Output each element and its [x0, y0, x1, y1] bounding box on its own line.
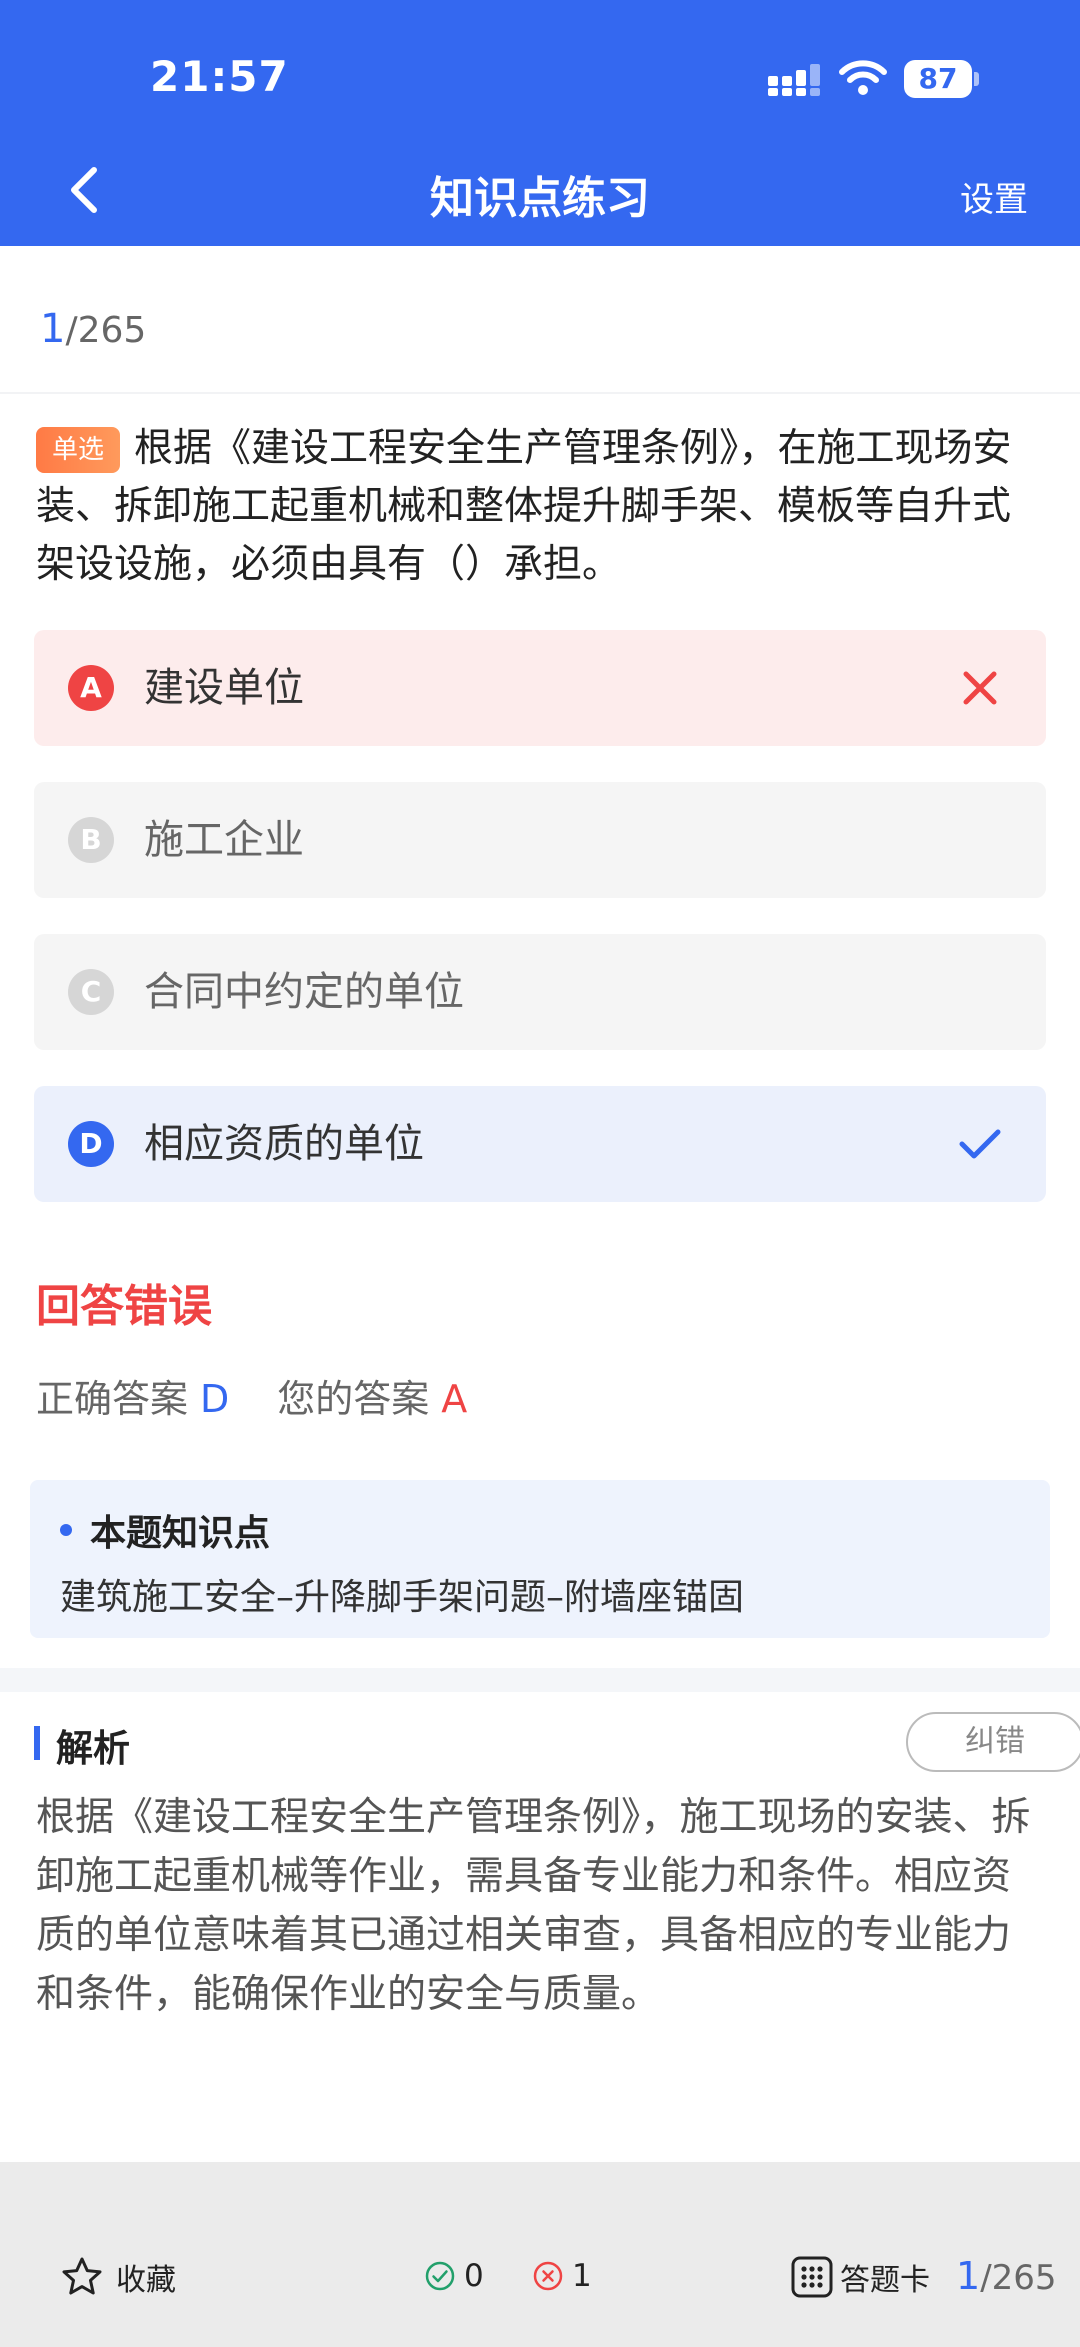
favorite-label: 收藏 [116, 2263, 176, 2298]
analysis-title: 解析 [56, 1727, 130, 1770]
favorite-button[interactable]: 收藏 [60, 2252, 176, 2302]
question-stem: 单选 根据《建设工程安全生产管理条例》，在施工现场安装、拆卸施工起重机械和整体提升… [36, 420, 1046, 594]
app-header: 21:57 87 知识点练习 设置 [0, 0, 1080, 246]
option-d-letter: D [68, 1121, 114, 1167]
your-answer-value: A [441, 1377, 468, 1421]
bottom-toolbar: 收藏 0 1 答题卡 1/265 [0, 2162, 1080, 2347]
divider [0, 392, 1080, 394]
option-d[interactable]: D 相应资质的单位 [34, 1086, 1046, 1202]
analysis-text: 根据《建设工程安全生产管理条例》，施工现场的安装、拆卸施工起重机械等作业，需具备… [36, 1795, 1031, 2017]
option-a-letter: A [68, 665, 114, 711]
report-error-button[interactable]: 纠错 [906, 1712, 1080, 1772]
answer-card-label: 答题卡 [840, 2263, 930, 2298]
answer-card-button[interactable]: 答题卡 [790, 2252, 930, 2302]
option-d-text: 相应资质的单位 [144, 1121, 424, 1167]
question-type-badge: 单选 [36, 427, 121, 473]
section-divider [0, 1668, 1080, 1692]
option-b-text: 施工企业 [144, 817, 304, 863]
signal-icon [768, 64, 820, 96]
wrong-count: 1 [532, 2258, 592, 2294]
battery-icon: 87 [904, 60, 979, 98]
status-time: 21:57 [150, 52, 289, 101]
battery-level: 87 [904, 60, 972, 98]
correct-count-value: 0 [464, 2258, 484, 2294]
progress-current: 1 [40, 306, 66, 352]
check-circle-icon [425, 2261, 455, 2291]
knowledge-point-text: 建筑施工安全–升降脚手架问题–附墙座锚固 [60, 1577, 745, 1618]
bottom-progress-total: /265 [980, 2258, 1057, 2298]
result-title: 回答错误 [36, 1281, 212, 1332]
grid-icon [791, 2256, 833, 2298]
option-c-text: 合同中约定的单位 [144, 969, 464, 1015]
wrong-count-value: 1 [572, 2258, 592, 2294]
section-accent-bar [34, 1726, 40, 1760]
knowledge-point-title: 本题知识点 [90, 1513, 271, 1554]
progress-total: /265 [65, 310, 147, 351]
answer-summary: 正确答案 D 您的答案 A [36, 1368, 467, 1423]
bottom-progress-current: 1 [956, 2254, 981, 2298]
option-b[interactable]: B 施工企业 [34, 782, 1046, 898]
option-b-letter: B [68, 817, 114, 863]
bottom-progress: 1/265 [956, 2254, 1057, 2298]
option-a[interactable]: A 建设单位 [34, 630, 1046, 746]
correct-answer-label: 正确答案 [36, 1377, 189, 1421]
question-progress: 1/265 [40, 306, 146, 352]
correct-count: 0 [424, 2258, 484, 2294]
wifi-icon [839, 60, 887, 95]
option-c[interactable]: C 合同中约定的单位 [34, 934, 1046, 1050]
option-c-letter: C [68, 969, 114, 1015]
check-icon [959, 1129, 1001, 1159]
question-text: 根据《建设工程安全生产管理条例》，在施工现场安装、拆卸施工起重机械和整体提升脚手… [36, 426, 1012, 587]
option-a-text: 建设单位 [144, 665, 304, 711]
star-icon [62, 2257, 102, 2295]
cross-icon [963, 671, 997, 705]
your-answer-label: 您的答案 [277, 1377, 430, 1421]
correct-answer-value: D [200, 1377, 230, 1421]
settings-button[interactable]: 设置 [960, 172, 1028, 221]
knowledge-point-card: 本题知识点 建筑施工安全–升降脚手架问题–附墙座锚固 [30, 1480, 1050, 1638]
cross-circle-icon [533, 2261, 563, 2291]
page-title: 知识点练习 [430, 173, 650, 224]
bullet-dot [60, 1524, 72, 1536]
